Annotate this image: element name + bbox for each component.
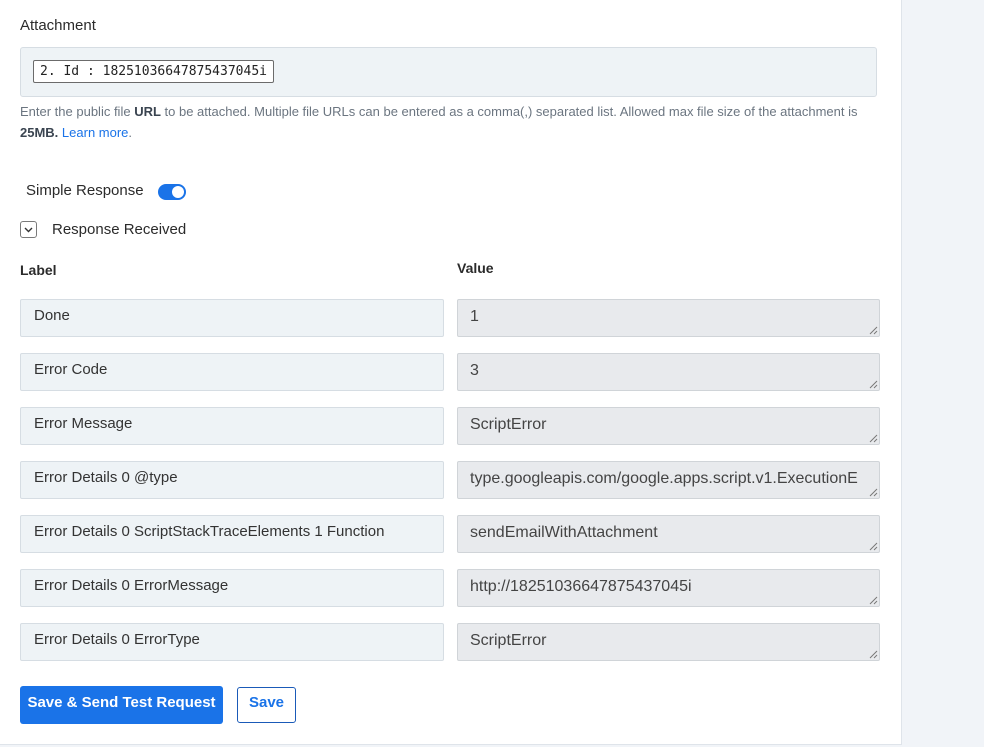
help-text-1: Enter the public file — [20, 104, 135, 119]
config-panel: Attachment 2. Id : 182510366478754370​45… — [0, 0, 902, 745]
response-label-field[interactable]: Error Details 0 @type — [20, 461, 444, 499]
help-text-end: . — [128, 125, 133, 140]
response-label-field[interactable]: Error Details 0 ErrorType — [20, 623, 444, 661]
simple-response-toggle[interactable] — [157, 184, 186, 200]
help-text-2: to be attached. Multiple file URLs can b… — [160, 104, 858, 119]
response-value-text: sendEmailWithAttachment — [470, 524, 658, 541]
chevron-down-icon[interactable] — [20, 221, 37, 238]
help-url-emphasis: URL — [134, 104, 161, 119]
simple-response-row: Simple Response — [26, 180, 186, 200]
attachment-help-text: Enter the public file URL to be attached… — [20, 101, 880, 143]
response-value-field[interactable]: 1 — [457, 299, 880, 337]
save-and-send-test-button[interactable]: Save & Send Test Request — [20, 686, 223, 724]
resize-grip-icon[interactable] — [869, 650, 878, 659]
response-label-field[interactable]: Error Message — [20, 407, 444, 445]
response-value-field[interactable]: ScriptError — [457, 623, 880, 661]
response-label-field[interactable]: Error Details 0 ScriptStackTraceElements… — [20, 515, 444, 553]
help-size-emphasis: 25MB. — [20, 125, 59, 140]
response-value-field[interactable]: http://182510366478754370​45i — [457, 569, 880, 607]
response-value-field[interactable]: type.googleapis.com/google.apps.script.v… — [457, 461, 880, 499]
response-value-text: ScriptError — [470, 632, 547, 649]
response-received-header[interactable]: Response Received — [20, 221, 186, 238]
response-label-field[interactable]: Done — [20, 299, 444, 337]
response-label-field[interactable]: Error Details 0 ErrorMessage — [20, 569, 444, 607]
simple-response-label: Simple Response — [26, 181, 144, 199]
resize-grip-icon[interactable] — [869, 596, 878, 605]
label-column-header: Label — [20, 262, 57, 278]
response-received-label: Response Received — [52, 221, 187, 238]
response-value-field[interactable]: ScriptError — [457, 407, 880, 445]
resize-grip-icon[interactable] — [869, 326, 878, 335]
resize-grip-icon[interactable] — [869, 488, 878, 497]
response-value-text: http://182510366478754370​45i — [470, 578, 692, 595]
save-button[interactable]: Save — [237, 687, 296, 723]
response-label-field[interactable]: Error Code — [20, 353, 444, 391]
resize-grip-icon[interactable] — [869, 380, 878, 389]
resize-grip-icon[interactable] — [869, 434, 878, 443]
response-value-text: ScriptError — [470, 416, 547, 433]
attachment-input[interactable]: 2. Id : 182510366478754370​45i — [20, 47, 877, 97]
resize-grip-icon[interactable] — [869, 542, 878, 551]
response-value-text: 3 — [470, 362, 479, 379]
response-value-field[interactable]: 3 — [457, 353, 880, 391]
attachment-token[interactable]: 2. Id : 182510366478754370​45i — [33, 60, 274, 83]
attachment-title: Attachment — [20, 17, 96, 34]
response-value-text: type.googleapis.com/google.apps.script.v… — [470, 470, 858, 487]
toggle-knob — [171, 186, 184, 198]
response-value-text: 1 — [470, 308, 479, 325]
learn-more-link[interactable]: Learn more — [62, 125, 128, 140]
response-value-field[interactable]: sendEmailWithAttachment — [457, 515, 880, 553]
value-column-header: Value — [457, 260, 494, 276]
